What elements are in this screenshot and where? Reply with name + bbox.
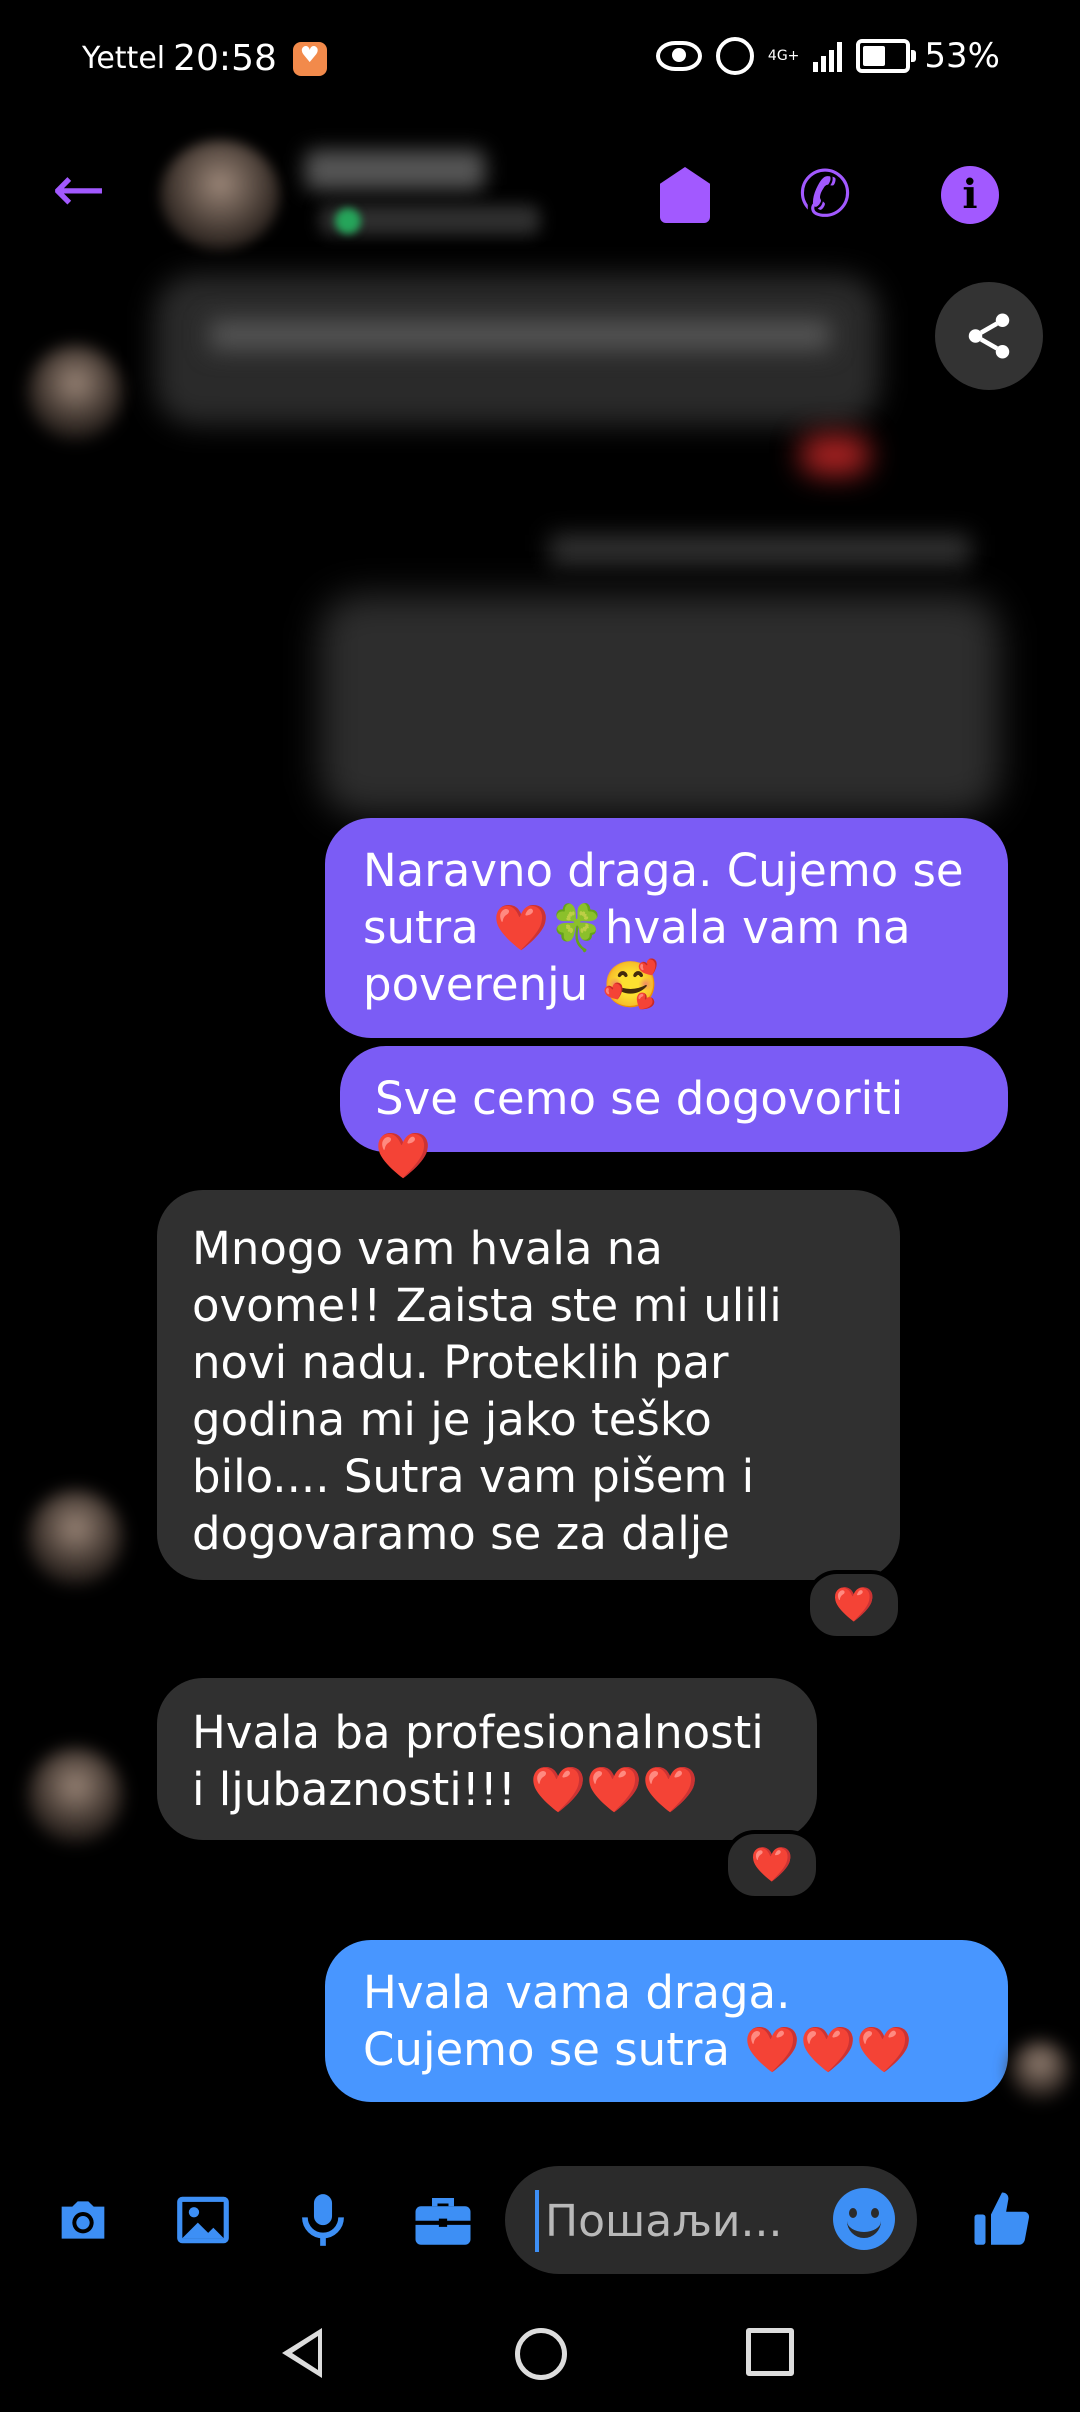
tag-icon[interactable] xyxy=(650,160,720,230)
share-button[interactable] xyxy=(935,282,1043,390)
thumbs-up-icon[interactable] xyxy=(962,2180,1042,2260)
message-input-container xyxy=(505,2166,917,2274)
blurred-reaction xyxy=(800,435,870,475)
battery-percent: 53% xyxy=(924,36,1000,76)
signal-icon xyxy=(813,40,843,72)
message-input[interactable] xyxy=(535,2190,827,2252)
battery-icon xyxy=(856,39,917,73)
heart-reaction[interactable]: ❤️ xyxy=(806,1570,902,1640)
sender-avatar xyxy=(28,345,123,440)
contact-name-blurred[interactable] xyxy=(305,150,485,190)
notification-icon xyxy=(292,41,327,76)
camera-icon[interactable] xyxy=(43,2180,123,2260)
emoji-icon[interactable] xyxy=(833,2188,895,2250)
sender-avatar xyxy=(28,1490,123,1585)
seen-avatar xyxy=(1010,2040,1070,2100)
eye-icon xyxy=(655,41,702,71)
nav-back-icon[interactable] xyxy=(282,2328,322,2378)
sender-avatar xyxy=(28,1748,123,1843)
microphone-icon[interactable] xyxy=(283,2180,363,2260)
heart-reaction[interactable]: ❤️ xyxy=(724,1830,820,1900)
message-bubble-outgoing[interactable]: Naravno draga. Cujemo se sutra ❤️🍀hvala … xyxy=(325,818,1008,1038)
share-icon xyxy=(968,313,1010,359)
message-bubble-outgoing[interactable]: Sve cemo se dogovoriti ❤️ xyxy=(340,1046,1008,1182)
message-bubble-incoming[interactable]: Hvala ba profesionalnosti i ljubaznosti!… xyxy=(157,1678,817,1840)
nav-home-icon[interactable] xyxy=(515,2328,567,2380)
briefcase-icon[interactable] xyxy=(403,2180,483,2260)
gallery-icon[interactable] xyxy=(163,2180,243,2260)
alarm-icon xyxy=(715,37,754,75)
back-arrow-icon[interactable]: ← xyxy=(52,158,112,222)
blurred-message xyxy=(320,595,1000,815)
chat-header: ← ✆ xyxy=(0,140,1080,250)
message-bubble-outgoing[interactable]: Hvala vama draga. Cujemo se sutra ❤️❤️❤️ xyxy=(325,1940,1008,2102)
blurred-timestamp xyxy=(550,535,970,565)
contact-avatar[interactable] xyxy=(160,140,280,250)
info-icon[interactable] xyxy=(935,160,1005,230)
nav-recents-icon[interactable] xyxy=(746,2328,794,2376)
blurred-message xyxy=(155,275,880,425)
network-type: 4G+ xyxy=(767,48,800,64)
carrier-label: Yettel xyxy=(82,41,166,76)
system-navigation-bar xyxy=(0,2290,1080,2412)
message-bubble-incoming[interactable]: Mnogo vam hvala na ovome!! Zaista ste mi… xyxy=(157,1190,900,1580)
clock: 20:58 xyxy=(173,38,277,79)
status-bar: Yettel 20:58 4G+ 53% xyxy=(0,0,1080,120)
message-composer xyxy=(0,2160,1080,2280)
blurred-text xyxy=(210,320,830,350)
online-indicator xyxy=(335,208,361,234)
phone-icon[interactable]: ✆ xyxy=(790,158,860,232)
